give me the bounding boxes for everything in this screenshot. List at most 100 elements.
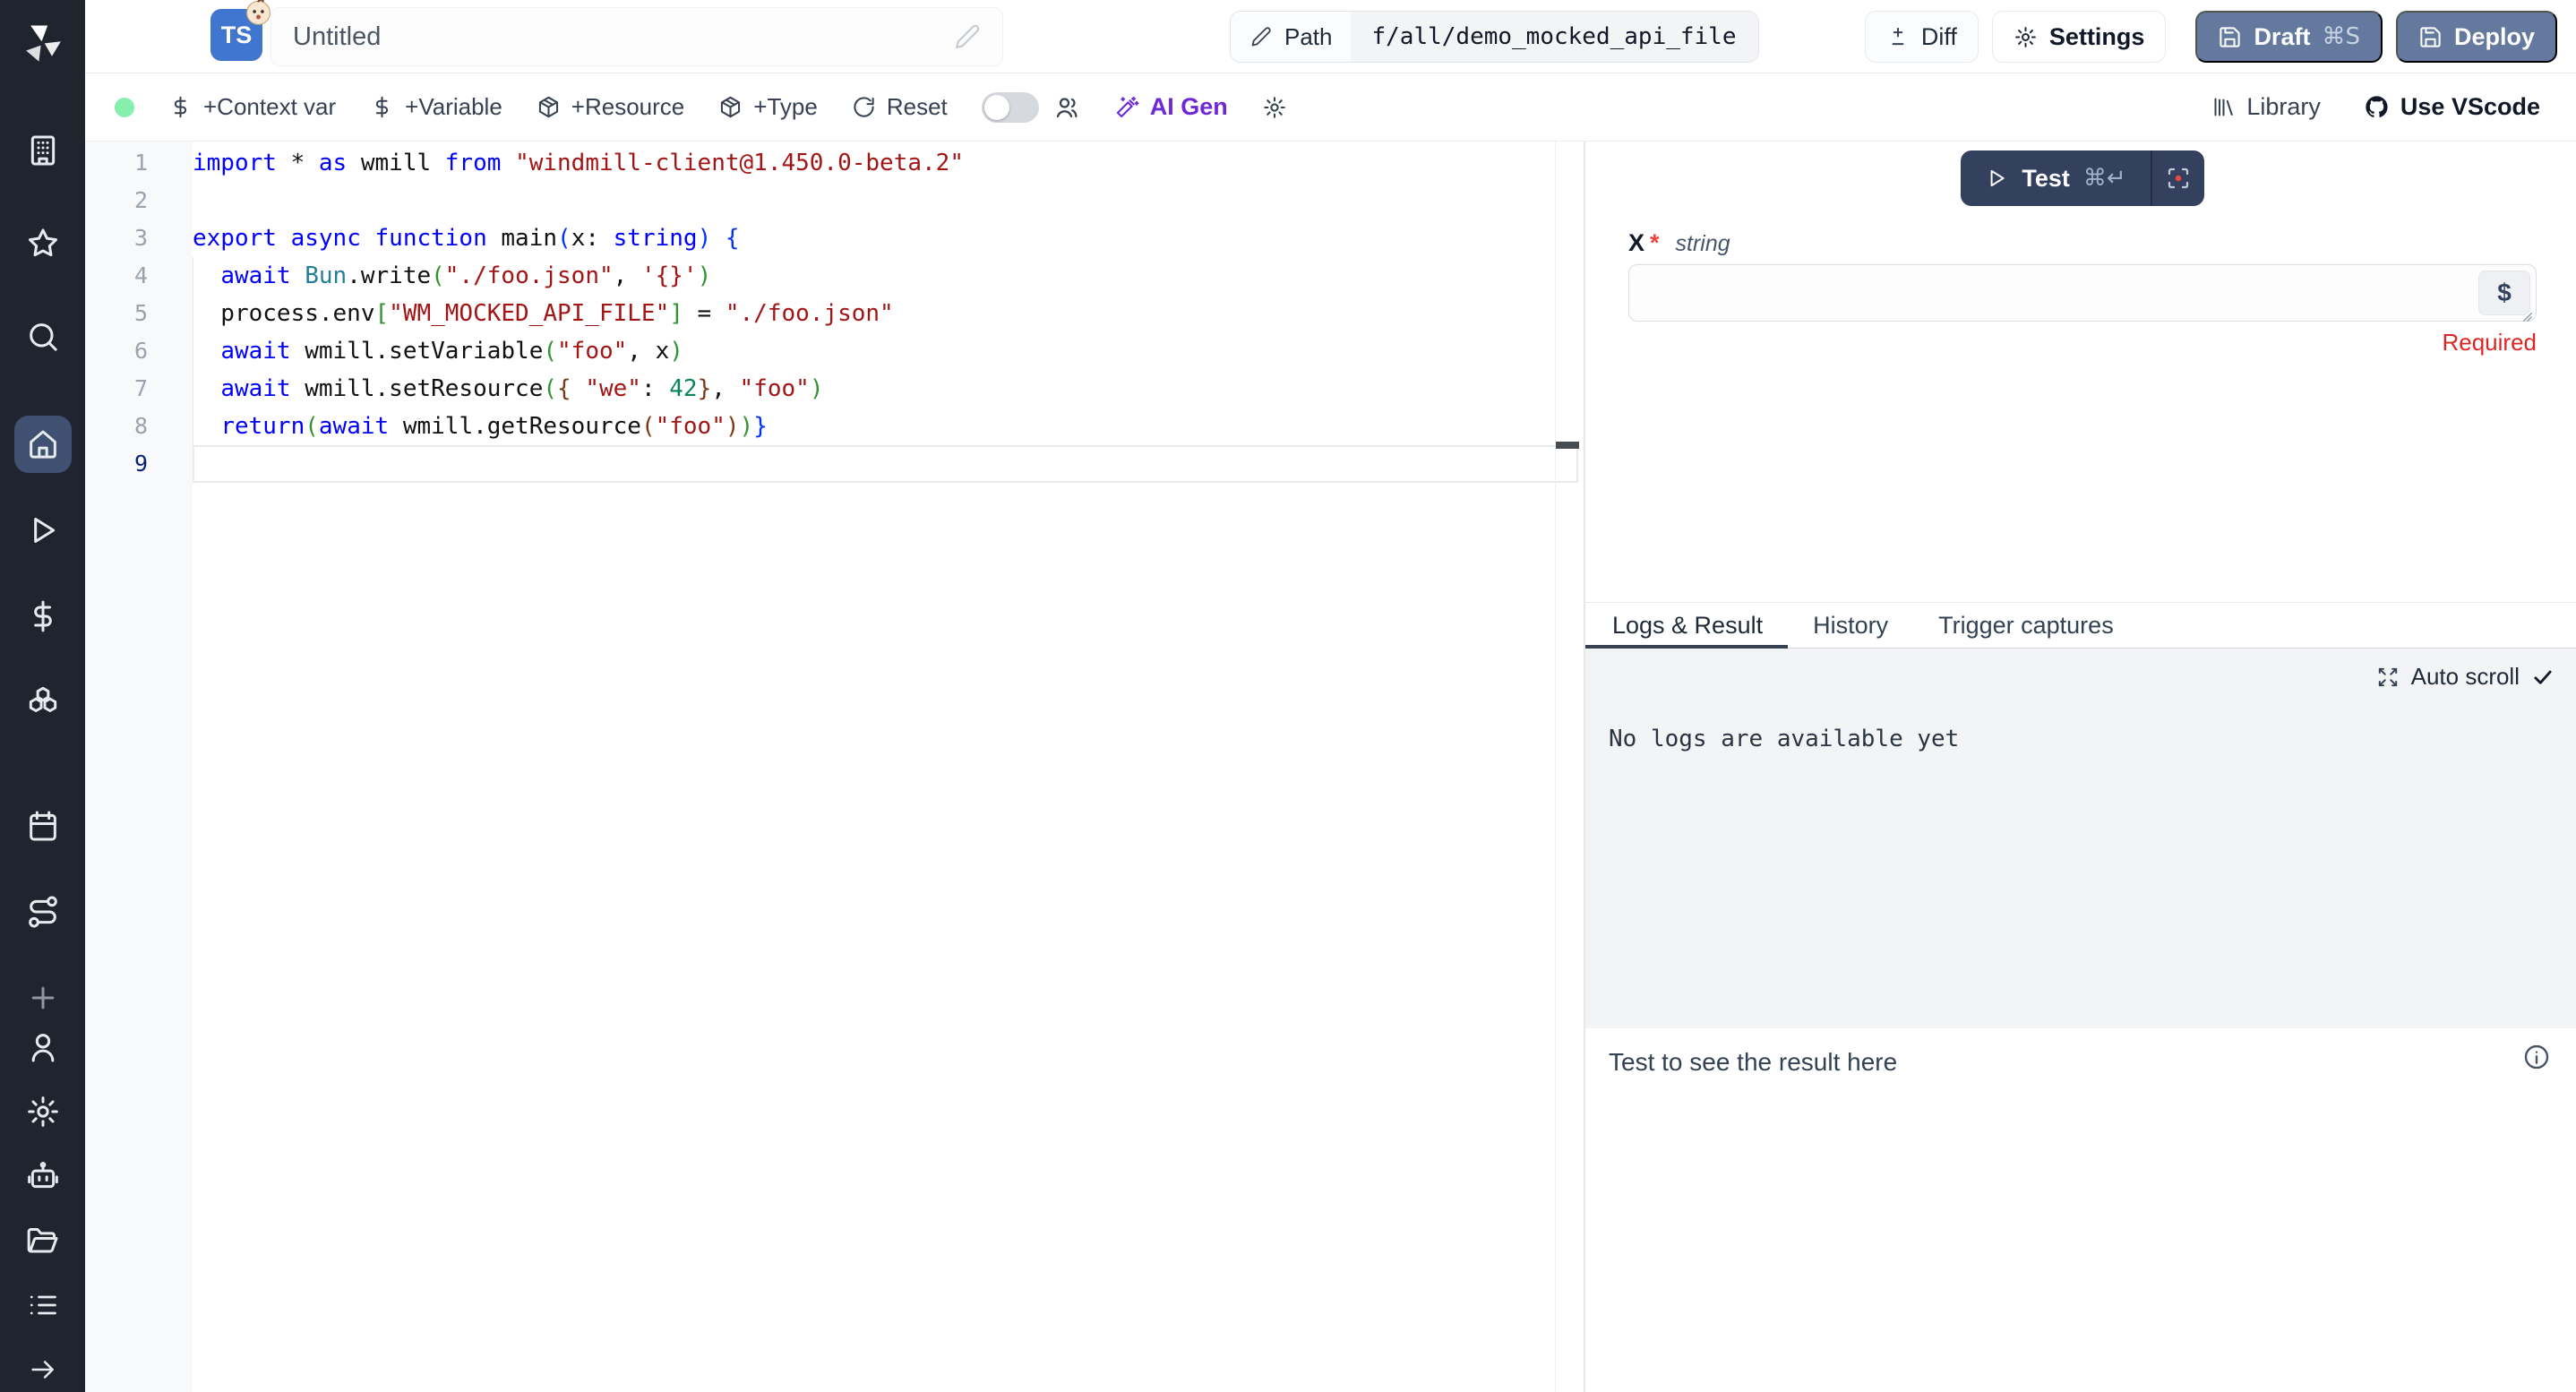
save-icon [2218, 25, 2242, 49]
library-label: Library [2246, 93, 2321, 121]
autoscroll-control[interactable]: Auto scroll [2376, 663, 2555, 691]
add-variable-button[interactable]: +Variable [370, 93, 502, 121]
add-type-label: +Type [753, 93, 818, 121]
search-icon [25, 319, 61, 355]
boxes-icon [25, 684, 61, 720]
add-resource-button[interactable]: +Resource [537, 93, 684, 121]
diff-button[interactable]: Diff [1865, 11, 1979, 63]
dollar-icon [25, 598, 61, 634]
code-line-5: 5 process.env["WM_MOCKED_API_FILE"] = ".… [85, 295, 1584, 332]
sidebar-item-workspace[interactable] [14, 122, 72, 179]
draft-button-label: Draft [2254, 23, 2310, 51]
magic-wand-icon [1114, 95, 1139, 120]
header-actions: Diff Settings Draft ⌘S Deploy [1865, 11, 2557, 63]
deploy-button-label: Deploy [2454, 23, 2535, 51]
edit-path-pencil-icon [1250, 26, 1272, 47]
collab-toggle[interactable] [982, 92, 1039, 123]
test-section: Test ⌘↵ X * string [1585, 142, 2576, 602]
script-title-box[interactable]: Untitled [270, 7, 1003, 66]
sidebar-item-settings[interactable] [18, 1091, 68, 1132]
add-variable-label: +Variable [405, 93, 502, 121]
add-context-var-button[interactable]: +Context var [168, 93, 336, 121]
draft-button[interactable]: Draft ⌘S [2195, 11, 2383, 63]
test-button[interactable]: Test ⌘↵ [1961, 150, 2150, 206]
sidebar-item-search[interactable] [14, 308, 72, 365]
required-hint: Required [1628, 329, 2537, 357]
diff-icon [1886, 25, 1910, 48]
ai-gen-button[interactable]: AI Gen [1114, 93, 1228, 121]
dollar-icon [168, 95, 193, 119]
info-icon[interactable] [2522, 1043, 2551, 1071]
run-panel: Test ⌘↵ X * string [1585, 142, 2576, 1392]
editor-toolbar: +Context var +Variable +Resource +Type R… [85, 73, 2576, 142]
capture-test-button[interactable] [2152, 150, 2204, 206]
sidebar-item-schedules[interactable] [14, 797, 72, 855]
overview-cursor-marker [1556, 442, 1579, 449]
header: TS Untitled Path f/all/demo_mocked_api_f… [85, 0, 2576, 73]
expand-icon[interactable] [2376, 666, 2400, 689]
code-line-6: 6 await wmill.setVariable("foo", x) [85, 332, 1584, 370]
sidebar-item-favorites[interactable] [14, 215, 72, 272]
code-line-7: 7 await wmill.setResource({ "we": 42}, "… [85, 370, 1584, 408]
code-line-8: 8 return(await wmill.getResource("foo"))… [85, 408, 1584, 445]
arg-type: string [1676, 231, 1730, 257]
library-button[interactable]: Library [2211, 93, 2321, 121]
gear-icon [25, 1094, 61, 1130]
sidebar-item-resources[interactable] [14, 674, 72, 731]
tab-history[interactable]: History [1788, 603, 1913, 648]
user-icon [25, 1029, 61, 1065]
line-number: 7 [85, 370, 193, 408]
sidebar-item-workers[interactable] [18, 1156, 68, 1197]
sidebar-item-routes[interactable] [14, 883, 72, 941]
arg-input-wrap: $ [1628, 264, 2537, 322]
code-line-3: 3export async function main(x: string) { [85, 219, 1584, 257]
windmill-logo-icon[interactable] [20, 20, 66, 66]
path-editor[interactable]: Path f/all/demo_mocked_api_file [1230, 11, 1759, 63]
deploy-button[interactable]: Deploy [2396, 11, 2557, 63]
sidebar-item-user[interactable] [18, 1027, 68, 1068]
tab-trigger-captures[interactable]: Trigger captures [1913, 603, 2139, 648]
play-icon [25, 512, 61, 548]
use-vscode-button[interactable]: Use VScode [2364, 93, 2540, 121]
add-type-button[interactable]: +Type [718, 93, 818, 121]
settings-button[interactable]: Settings [1992, 11, 2167, 63]
line-number: 6 [85, 332, 193, 370]
editor-settings-gear-icon[interactable] [1262, 95, 1287, 120]
gear-icon [2014, 25, 2038, 49]
info-icon [2522, 1043, 2551, 1071]
arg-x-input[interactable] [1629, 265, 2536, 321]
reset-button[interactable]: Reset [852, 93, 948, 121]
sidebar-item-home[interactable] [14, 416, 72, 473]
sidebar-item-folders[interactable] [18, 1220, 68, 1261]
panel-tabs: Logs & ResultHistoryTrigger captures [1585, 602, 2576, 649]
logs-pane: Auto scroll No logs are available yet [1585, 649, 2576, 1028]
sidebar-item-runs[interactable] [14, 502, 72, 559]
line-number: 3 [85, 219, 193, 257]
dollar-icon [370, 95, 394, 119]
plus-icon [25, 980, 61, 1016]
code-line-1: 1import * as wmill from "windmill-client… [85, 144, 1584, 182]
code-text: await Bun.write("./foo.json", '{}') [193, 257, 1578, 295]
play-icon [1985, 167, 2008, 190]
ai-gen-label: AI Gen [1150, 93, 1228, 121]
status-dot [115, 98, 134, 117]
code-line-4: 4 await Bun.write("./foo.json", '{}') [85, 257, 1584, 295]
line-number: 1 [85, 144, 193, 182]
editor-settings-gear-icon [1262, 95, 1287, 120]
sidebar-item-add[interactable] [14, 969, 72, 1027]
check-icon[interactable] [2531, 666, 2555, 689]
tab-logs-result[interactable]: Logs & Result [1585, 603, 1788, 648]
users-icon[interactable] [1053, 94, 1080, 121]
code-editor[interactable]: 1import * as wmill from "windmill-client… [85, 142, 1584, 1392]
sidebar-item-audit-logs[interactable] [18, 1285, 68, 1326]
building-icon [25, 133, 61, 168]
capture-frame-icon [2165, 165, 2192, 192]
sidebar-item-expand-sidebar[interactable] [18, 1349, 68, 1390]
dollar-icon [168, 95, 193, 119]
resize-handle-icon[interactable] [2519, 308, 2537, 326]
edit-title-pencil-icon[interactable] [954, 23, 981, 50]
sidebar-item-variables[interactable] [14, 588, 72, 645]
baby-emoji-icon [244, 0, 273, 27]
list-icon [27, 1289, 59, 1321]
line-number: 5 [85, 295, 193, 332]
